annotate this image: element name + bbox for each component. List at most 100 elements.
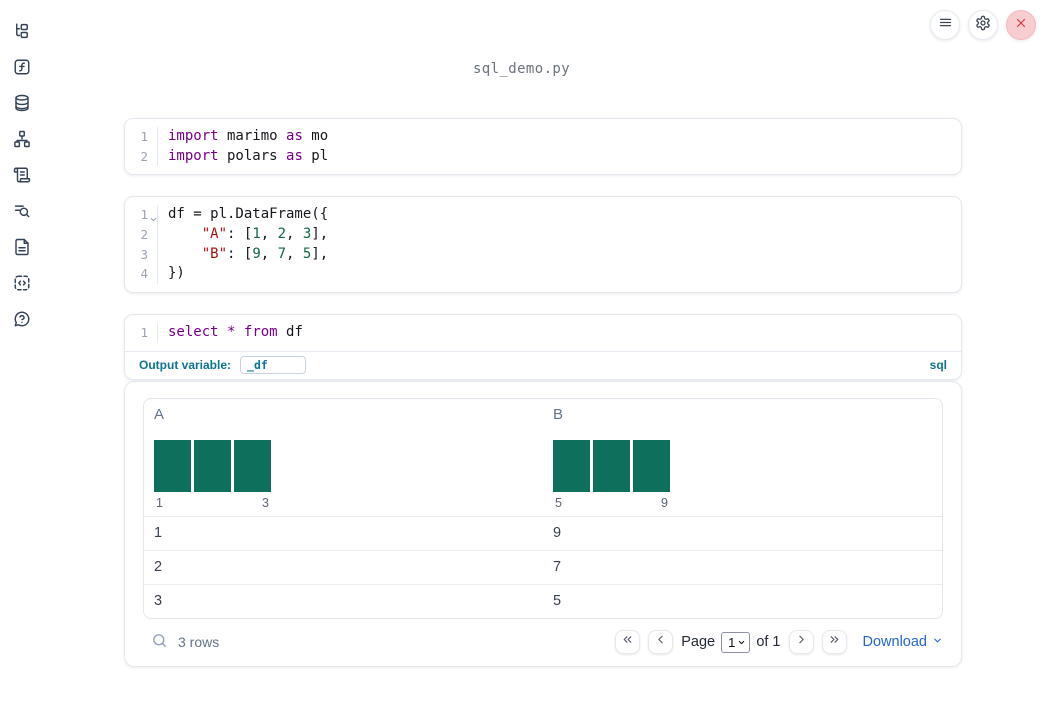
first-page-button[interactable] bbox=[615, 630, 641, 655]
histogram-bar[interactable] bbox=[553, 439, 590, 492]
line-number: 1 bbox=[140, 325, 148, 341]
histogram-range-labels: 13 bbox=[156, 495, 269, 510]
line-number: 4 bbox=[140, 266, 148, 282]
dataframe-table: A13B59 192735 bbox=[143, 397, 943, 619]
output-variable-input[interactable] bbox=[240, 356, 307, 375]
previous-page-button[interactable] bbox=[648, 630, 674, 655]
table-row[interactable]: 27 bbox=[144, 549, 942, 584]
sidebar-item-snippets[interactable] bbox=[13, 274, 31, 297]
topbar bbox=[930, 10, 1036, 40]
code-editor[interactable]: 1 select * from df bbox=[125, 315, 961, 351]
table-cell: 9 bbox=[553, 524, 562, 541]
scroll-text-icon bbox=[13, 166, 31, 189]
file-text-icon bbox=[13, 238, 31, 261]
settings-button[interactable] bbox=[968, 10, 998, 40]
column-histogram bbox=[154, 439, 543, 492]
histogram-bar[interactable] bbox=[633, 439, 670, 492]
code-line: select * from df bbox=[168, 324, 303, 341]
menu-button[interactable] bbox=[930, 10, 960, 40]
line-number: 1 bbox=[140, 129, 148, 144]
page-label: Page bbox=[681, 634, 716, 651]
output-variable-label: Output variable: bbox=[139, 358, 232, 373]
table-cell: 7 bbox=[553, 558, 562, 575]
database-icon bbox=[13, 94, 31, 117]
sidebar-item-outline[interactable] bbox=[13, 166, 31, 189]
sidebar-item-file-explorer[interactable] bbox=[13, 22, 31, 45]
code-snippet-icon bbox=[13, 274, 31, 297]
code-line: import polars as pl bbox=[168, 147, 329, 164]
line-number: 1 bbox=[125, 205, 157, 225]
code-line: "A": [1, 2, 3], bbox=[201, 226, 329, 243]
histogram-bar[interactable] bbox=[154, 439, 191, 492]
column-header-B[interactable]: B 59 bbox=[543, 399, 942, 516]
download-label: Download bbox=[862, 634, 928, 651]
code-editor[interactable]: 1 2 3 4 df = pl.DataFrame({ "A": [1, 2, 3],… bbox=[125, 197, 961, 292]
table-row[interactable]: 19 bbox=[144, 517, 942, 550]
next-page-button[interactable] bbox=[788, 630, 814, 655]
sidebar-item-dependency-graph[interactable] bbox=[13, 130, 31, 153]
table-body: 192735 bbox=[144, 517, 942, 618]
page-select[interactable]: 1 bbox=[721, 631, 751, 653]
sidebar-item-documentation[interactable] bbox=[13, 238, 31, 261]
sql-cell[interactable]: 1 select * from df Output variable: sql bbox=[124, 314, 962, 380]
line-number-gutter: 1 bbox=[125, 323, 158, 343]
chevron-left-icon bbox=[654, 633, 667, 651]
code-text[interactable]: import marimo as mo import polars as pl bbox=[158, 127, 328, 166]
line-number-gutter: 1 2 3 4 bbox=[125, 205, 158, 285]
notebook-content: 12 import marimo as mo import polars as p… bbox=[124, 118, 962, 667]
code-cell-dataframe[interactable]: 1 2 3 4 df = pl.DataFrame({ "A": [1, 2, 3],… bbox=[124, 196, 962, 294]
table-cell: 1 bbox=[154, 524, 163, 541]
file-tree-icon bbox=[13, 22, 31, 45]
code-cell-imports[interactable]: 12 import marimo as mo import polars as p… bbox=[124, 118, 962, 176]
sidebar-item-help[interactable] bbox=[13, 310, 31, 333]
shutdown-button[interactable] bbox=[1006, 10, 1036, 40]
sidebar-item-logs[interactable] bbox=[13, 204, 31, 222]
table-header-row: A 13 B 59 bbox=[144, 399, 942, 517]
chevrons-right-icon bbox=[828, 633, 841, 651]
line-number-gutter: 12 bbox=[125, 127, 158, 167]
column-name: B bbox=[553, 405, 564, 423]
line-number: 2 bbox=[140, 148, 148, 164]
fold-chevron-icon[interactable] bbox=[149, 210, 158, 222]
column-name: A bbox=[154, 405, 165, 423]
column-histogram bbox=[553, 439, 942, 492]
histogram-bar[interactable] bbox=[194, 439, 231, 492]
sidebar-item-data-sources[interactable] bbox=[13, 94, 31, 117]
histogram-bar[interactable] bbox=[593, 439, 630, 492]
help-circle-icon bbox=[13, 310, 31, 333]
code-line: }) bbox=[168, 265, 185, 282]
code-text[interactable]: df = pl.DataFrame({ "A": [1, 2, 3], "B":… bbox=[158, 205, 328, 284]
line-number: 2 bbox=[140, 227, 148, 243]
line-number: 3 bbox=[140, 246, 148, 262]
search-icon[interactable] bbox=[151, 632, 168, 652]
sidebar bbox=[0, 0, 44, 713]
chevron-down-icon bbox=[932, 634, 943, 650]
table-cell: 2 bbox=[154, 558, 163, 575]
download-button[interactable]: Download bbox=[863, 634, 944, 650]
histogram-range-labels: 59 bbox=[555, 495, 668, 510]
page-select-value: 1 bbox=[728, 634, 736, 650]
hamburger-menu-icon bbox=[938, 15, 953, 35]
notebook-filename: sql_demo.py bbox=[472, 61, 571, 77]
sql-output-card: A13B59 192735 3 rows Page 1 of 1 Downloa… bbox=[124, 380, 962, 667]
chevron-right-icon bbox=[795, 633, 808, 651]
code-line: "B": [9, 7, 5], bbox=[201, 245, 329, 262]
page-total-label: of 1 bbox=[756, 634, 781, 651]
code-line: df = pl.DataFrame({ bbox=[168, 206, 329, 223]
last-page-button[interactable] bbox=[821, 630, 847, 655]
code-editor[interactable]: 12 import marimo as mo import polars as p… bbox=[125, 119, 961, 174]
list-search-icon bbox=[13, 202, 31, 225]
gear-icon bbox=[975, 15, 991, 36]
table-cell: 5 bbox=[553, 592, 562, 609]
close-x-icon bbox=[1014, 16, 1028, 35]
table-footer: 3 rows Page 1 of 1 Download bbox=[143, 619, 943, 666]
code-text[interactable]: select * from df bbox=[158, 323, 303, 343]
table-cell: 3 bbox=[154, 592, 163, 609]
column-header-A[interactable]: A 13 bbox=[144, 399, 543, 516]
code-line: import marimo as mo bbox=[168, 128, 329, 144]
sql-cell-footer: Output variable: sql bbox=[125, 350, 961, 379]
histogram-bar[interactable] bbox=[234, 439, 271, 492]
network-icon bbox=[13, 130, 31, 153]
table-row[interactable]: 35 bbox=[144, 583, 942, 618]
chevron-down-icon bbox=[737, 635, 746, 650]
